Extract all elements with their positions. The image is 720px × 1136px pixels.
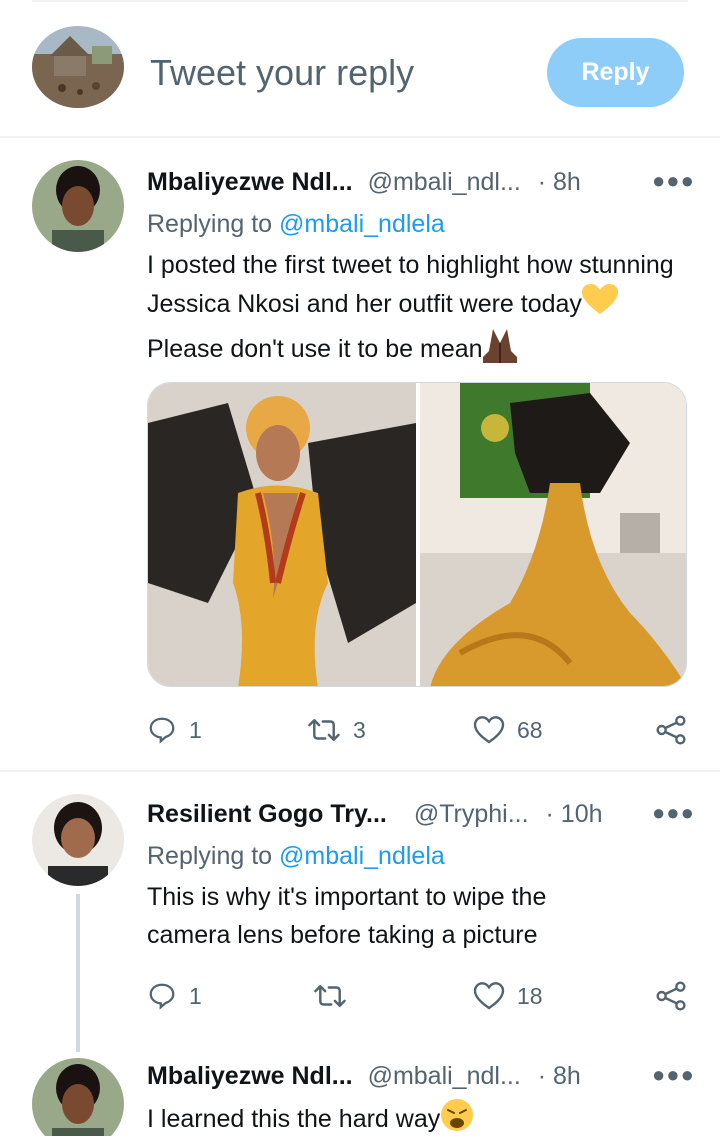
like-count: 18: [517, 982, 543, 1009]
tweet-text-part2: Please don't use it to be mean: [147, 335, 483, 364]
replying-to: Replying to @mbali_ndlela: [147, 842, 445, 871]
tweet-media[interactable]: [147, 382, 687, 687]
display-name[interactable]: Resilient Gogo Try...: [147, 800, 387, 828]
tweet-text-content: I learned this the hard way: [147, 1105, 441, 1134]
more-icon[interactable]: ●●●: [652, 800, 695, 826]
timestamp[interactable]: 10h: [561, 800, 603, 828]
reply-input[interactable]: Tweet your reply: [150, 52, 414, 94]
retweet-icon: [314, 985, 346, 1007]
tweet[interactable]: Mbaliyezwe Ndl... @mbali_ndl... · 8h ●●●…: [0, 140, 720, 770]
tweet-text: This is why it's important to wipe the c…: [147, 883, 547, 949]
tweet-text: I learned this the hard way: [147, 1098, 692, 1136]
retweet-action[interactable]: [313, 976, 359, 1016]
folded-hands-icon: [482, 327, 517, 374]
display-name[interactable]: Mbaliyezwe Ndl...: [147, 1062, 353, 1090]
tweet-header: Mbaliyezwe Ndl... @mbali_ndl... · 8h: [147, 1062, 581, 1091]
weary-face-icon: [440, 1098, 474, 1136]
timestamp[interactable]: 8h: [553, 1062, 581, 1090]
heart-icon: [473, 716, 505, 744]
current-user-avatar[interactable]: [32, 26, 124, 108]
like-action[interactable]: 18: [473, 976, 543, 1016]
tweet-actions: 1 18: [147, 976, 692, 1016]
like-count: 68: [517, 716, 543, 743]
like-action[interactable]: 68: [473, 710, 543, 750]
tweet[interactable]: Resilient Gogo Try... @Tryphi... · 10h ●…: [0, 772, 720, 1052]
more-icon[interactable]: ●●●: [652, 1062, 695, 1088]
avatar[interactable]: [32, 794, 124, 886]
tweet[interactable]: Mbaliyezwe Ndl... @mbali_ndl... · 8h ●●●…: [0, 1052, 720, 1136]
replying-prefix: Replying to: [147, 210, 273, 238]
reply-composer: Tweet your reply Reply: [0, 0, 720, 138]
separator-dot: ·: [537, 1062, 547, 1090]
more-icon[interactable]: ●●●: [652, 168, 695, 194]
share-icon: [656, 981, 686, 1011]
tweet-text: I posted the first tweet to highlight ho…: [147, 246, 692, 374]
share-action[interactable]: [655, 710, 687, 750]
avatar[interactable]: [32, 160, 124, 252]
comment-icon: [149, 983, 175, 1010]
media-image-2[interactable]: [420, 383, 686, 686]
timestamp[interactable]: 8h: [553, 168, 581, 196]
tweet-header: Mbaliyezwe Ndl... @mbali_ndl... · 8h: [147, 168, 581, 197]
replying-prefix: Replying to: [147, 842, 273, 870]
comment-icon: [149, 717, 175, 744]
reply-action[interactable]: 1: [147, 976, 202, 1016]
reply-count: 1: [189, 982, 202, 1009]
heart-icon: [473, 982, 505, 1010]
mention-link[interactable]: @mbali_ndlela: [279, 210, 445, 238]
separator-dot: ·: [545, 800, 554, 828]
user-handle[interactable]: @Tryphi...: [414, 800, 529, 828]
share-icon: [656, 715, 686, 745]
reply-count: 1: [189, 716, 202, 743]
reply-action[interactable]: 1: [147, 710, 202, 750]
avatar[interactable]: [32, 1058, 124, 1136]
retweet-count: 3: [353, 716, 366, 743]
yellow-heart-icon: [581, 284, 618, 327]
tweet-header: Resilient Gogo Try... @Tryphi... · 10h: [147, 800, 603, 829]
share-action[interactable]: [655, 976, 687, 1016]
user-handle[interactable]: @mbali_ndl...: [368, 1062, 521, 1090]
media-image-1[interactable]: [148, 383, 416, 686]
tweet-actions: 1 3 68: [147, 710, 692, 750]
separator-dot: ·: [537, 168, 547, 196]
replying-to: Replying to @mbali_ndlela: [147, 210, 445, 239]
reply-button[interactable]: Reply: [547, 38, 684, 107]
retweet-action[interactable]: 3: [307, 710, 366, 750]
user-handle[interactable]: @mbali_ndl...: [368, 168, 521, 196]
mention-link[interactable]: @mbali_ndlela: [279, 842, 445, 870]
display-name[interactable]: Mbaliyezwe Ndl...: [147, 168, 353, 196]
thread-line: [76, 894, 80, 1052]
retweet-icon: [308, 719, 340, 741]
